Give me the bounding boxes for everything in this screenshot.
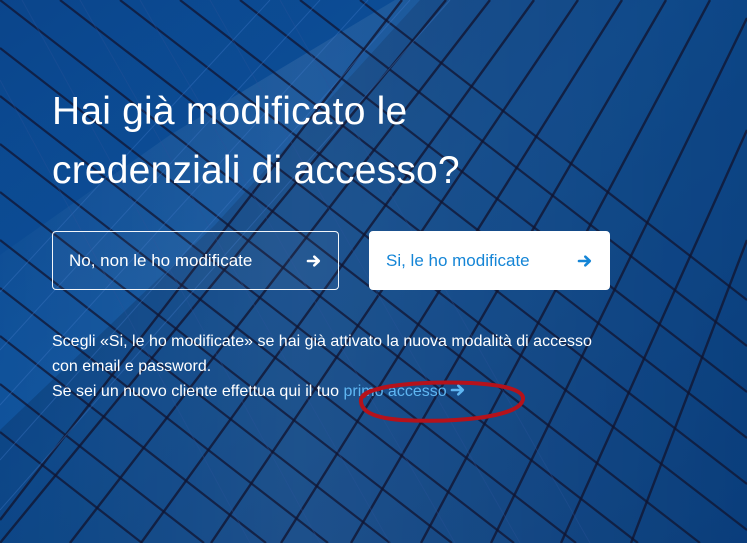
access-info-line-2: Se sei un nuovo cliente effettua qui il … bbox=[52, 379, 592, 404]
access-info-prefix: Se sei un nuovo cliente effettua qui il … bbox=[52, 383, 340, 400]
choice-buttons: No, non le ho modificate Si, le ho modif… bbox=[52, 231, 610, 290]
arrow-right-icon bbox=[450, 382, 466, 398]
modified-button[interactable]: Si, le ho modificate bbox=[369, 231, 610, 290]
access-info-line-1: Scegli «Si, le ho modificate» se hai già… bbox=[52, 333, 592, 375]
access-info-text: Scegli «Si, le ho modificate» se hai già… bbox=[52, 329, 592, 404]
login-choice-panel: Hai già modificato le credenziali di acc… bbox=[52, 82, 672, 400]
first-access-link-label: primo accesso bbox=[343, 383, 447, 400]
not-modified-button[interactable]: No, non le ho modificate bbox=[52, 231, 339, 290]
modified-button-label: Si, le ho modificate bbox=[386, 250, 530, 270]
arrow-right-icon bbox=[577, 253, 593, 269]
arrow-right-icon bbox=[306, 253, 322, 269]
first-access-link[interactable]: primo accesso bbox=[343, 383, 465, 400]
page-title: Hai già modificato le credenziali di acc… bbox=[52, 90, 460, 193]
not-modified-button-label: No, non le ho modificate bbox=[69, 250, 253, 270]
